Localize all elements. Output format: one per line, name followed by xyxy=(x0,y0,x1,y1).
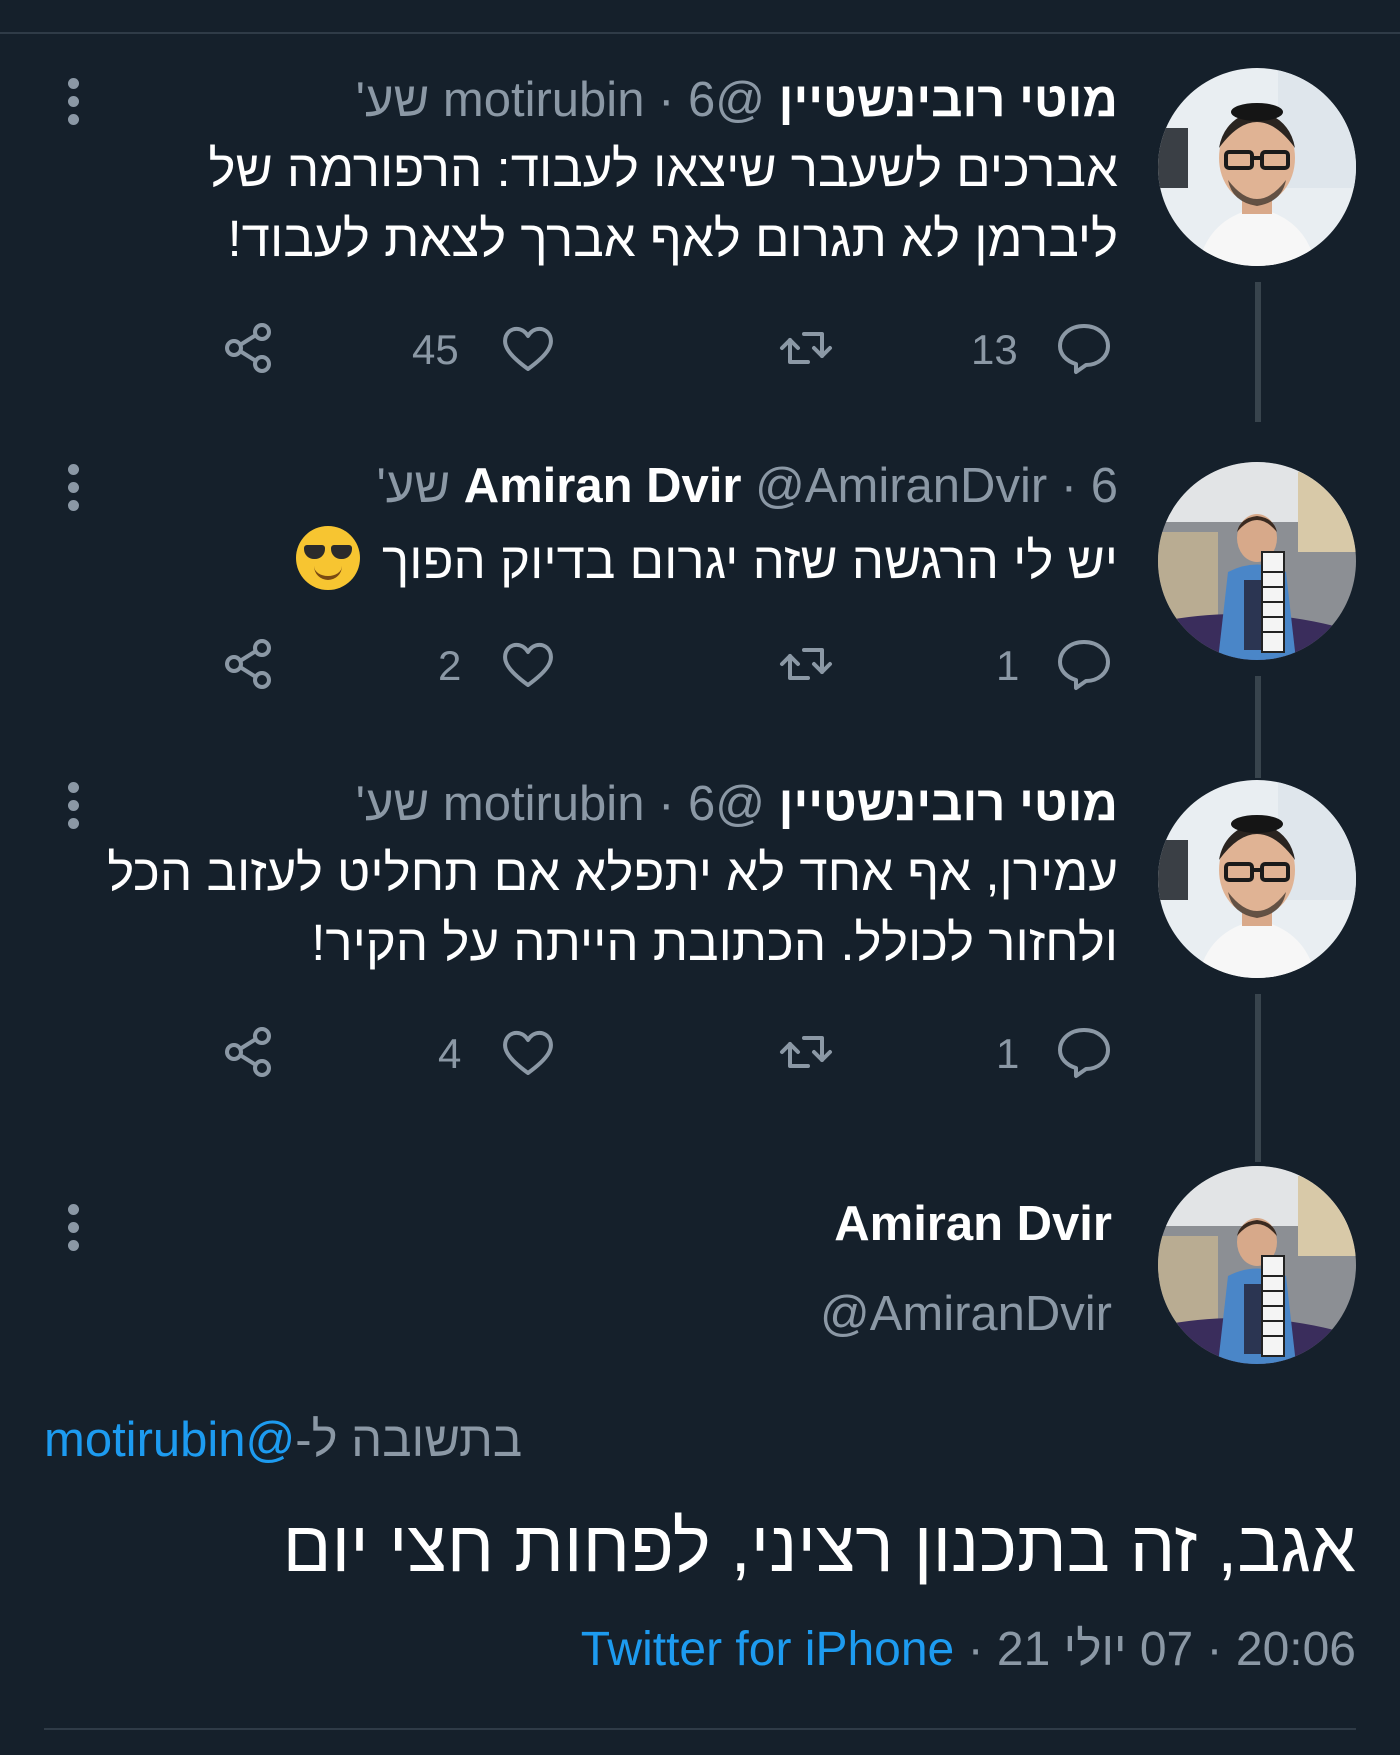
more-options-icon[interactable] xyxy=(60,78,86,132)
avatar-image xyxy=(1158,780,1356,978)
tweet-actions: 4 1 xyxy=(0,1022,1400,1082)
separator: · xyxy=(658,777,675,831)
reply-count: 1 xyxy=(996,1030,1020,1077)
reply-icon xyxy=(1058,1028,1110,1078)
avatar-amirandvir[interactable] xyxy=(1158,1166,1356,1364)
share-button[interactable] xyxy=(218,634,278,694)
tweet-header: מוטי רובינשטיין @motirubin · 6 שע' xyxy=(356,72,1118,128)
share-button[interactable] xyxy=(218,1022,278,1082)
like-count: 2 xyxy=(438,642,462,689)
tweet-text: אברכים לשעבר שיצאו לעבוד: הרפורמה של ליב… xyxy=(78,134,1118,274)
display-name[interactable]: Amiran Dvir xyxy=(834,1196,1112,1252)
handle[interactable]: @motirubin xyxy=(443,73,765,127)
like-count: 4 xyxy=(438,1030,462,1077)
reply-count: 13 xyxy=(971,326,1018,373)
tweet-text-line: ולחזור לכולל. הכתובת הייתה על הקיר! xyxy=(311,914,1118,971)
tweet-meta: 20:06 · 07 יולי 21 · Twitter for iPhone xyxy=(581,1622,1356,1677)
reply-mention-link[interactable]: @motirubin xyxy=(44,1413,295,1467)
tweet-header: Amiran Dvir @AmiranDvir · 6 שע' xyxy=(376,458,1118,514)
reply-button[interactable] xyxy=(1054,318,1114,378)
heart-icon xyxy=(503,1030,553,1075)
retweet-icon xyxy=(780,332,832,364)
bottom-divider xyxy=(44,1728,1356,1730)
top-divider xyxy=(0,32,1400,34)
like-button[interactable] xyxy=(498,634,558,694)
more-options-icon[interactable] xyxy=(60,464,86,518)
like-count: 45 xyxy=(412,326,459,373)
reply-count: 1 xyxy=(996,642,1020,689)
retweet-button[interactable] xyxy=(776,318,836,378)
handle[interactable]: @AmiranDvir xyxy=(755,459,1047,513)
avatar-amirandvir[interactable] xyxy=(1158,462,1356,660)
tweet-text-line: ליברמן לא תגרום לאף אברך לצאת לעבוד! xyxy=(227,210,1118,267)
main-tweet-text: אגב, זה בתכנון רציני, לפחות חצי יום xyxy=(282,1507,1356,1587)
tweet-text-line: אברכים לשעבר שיצאו לעבוד: הרפורמה של xyxy=(208,140,1118,197)
separator: · xyxy=(1060,459,1078,513)
like-button[interactable] xyxy=(498,318,558,378)
avatar-image xyxy=(1158,462,1356,660)
retweet-icon xyxy=(780,648,832,680)
tweet-header: מוטי רובינשטיין @motirubin · 6 שע' xyxy=(356,776,1118,832)
separator: · xyxy=(967,1623,984,1676)
retweet-button[interactable] xyxy=(776,634,836,694)
heart-icon xyxy=(503,642,553,687)
handle[interactable]: @motirubin xyxy=(443,777,765,831)
tweet-text-line: עמירן, אף אחד לא יתפלא אם תחליט לעזוב הכ… xyxy=(107,844,1118,901)
reply-prefix: בתשובה ל- xyxy=(295,1413,523,1467)
avatar-motirubin[interactable] xyxy=(1158,780,1356,978)
handle[interactable]: @AmiranDvir xyxy=(820,1286,1112,1342)
tweet-text-line: יש לי הרגשה שזה יגרום בדיוק הפוך xyxy=(381,532,1118,589)
display-name[interactable]: מוטי רובינשטיין xyxy=(779,777,1118,831)
share-button[interactable] xyxy=(218,318,278,378)
like-button[interactable] xyxy=(498,1022,558,1082)
tweet-time[interactable]: 20:06 xyxy=(1236,1623,1356,1676)
reply-icon xyxy=(1058,324,1110,374)
replying-to: בתשובה ל-@motirubin xyxy=(44,1412,522,1468)
more-options-icon[interactable] xyxy=(60,1204,86,1258)
tweet-text: עמירן, אף אחד לא יתפלא אם תחליט לעזוב הכ… xyxy=(78,838,1118,978)
sunglasses-emoji-icon xyxy=(295,526,360,590)
retweet-icon xyxy=(780,1036,832,1068)
separator: · xyxy=(1206,1623,1223,1676)
tweet-text: יש לי הרגשה שזה יגרום בדיוק הפוך xyxy=(78,526,1118,596)
tweet-actions: 2 1 xyxy=(0,634,1400,694)
reply-icon xyxy=(1058,640,1110,690)
share-icon xyxy=(225,323,271,373)
display-name[interactable]: Amiran Dvir xyxy=(464,459,742,513)
reply-button[interactable] xyxy=(1054,634,1114,694)
reply-button[interactable] xyxy=(1054,1022,1114,1082)
heart-icon xyxy=(503,326,553,371)
tweet-date[interactable]: 07 יולי 21 xyxy=(997,1623,1193,1676)
avatar-motirubin[interactable] xyxy=(1158,68,1356,266)
tweet-source-link[interactable]: Twitter for iPhone xyxy=(581,1623,955,1676)
more-options-icon[interactable] xyxy=(60,782,86,836)
tweet-actions: 45 13 xyxy=(0,318,1400,378)
display-name[interactable]: מוטי רובינשטיין xyxy=(779,73,1118,127)
share-icon xyxy=(225,1027,271,1077)
share-icon xyxy=(225,639,271,689)
separator: · xyxy=(658,73,675,127)
retweet-button[interactable] xyxy=(776,1022,836,1082)
avatar-image xyxy=(1158,1166,1356,1364)
avatar-image xyxy=(1158,68,1356,266)
